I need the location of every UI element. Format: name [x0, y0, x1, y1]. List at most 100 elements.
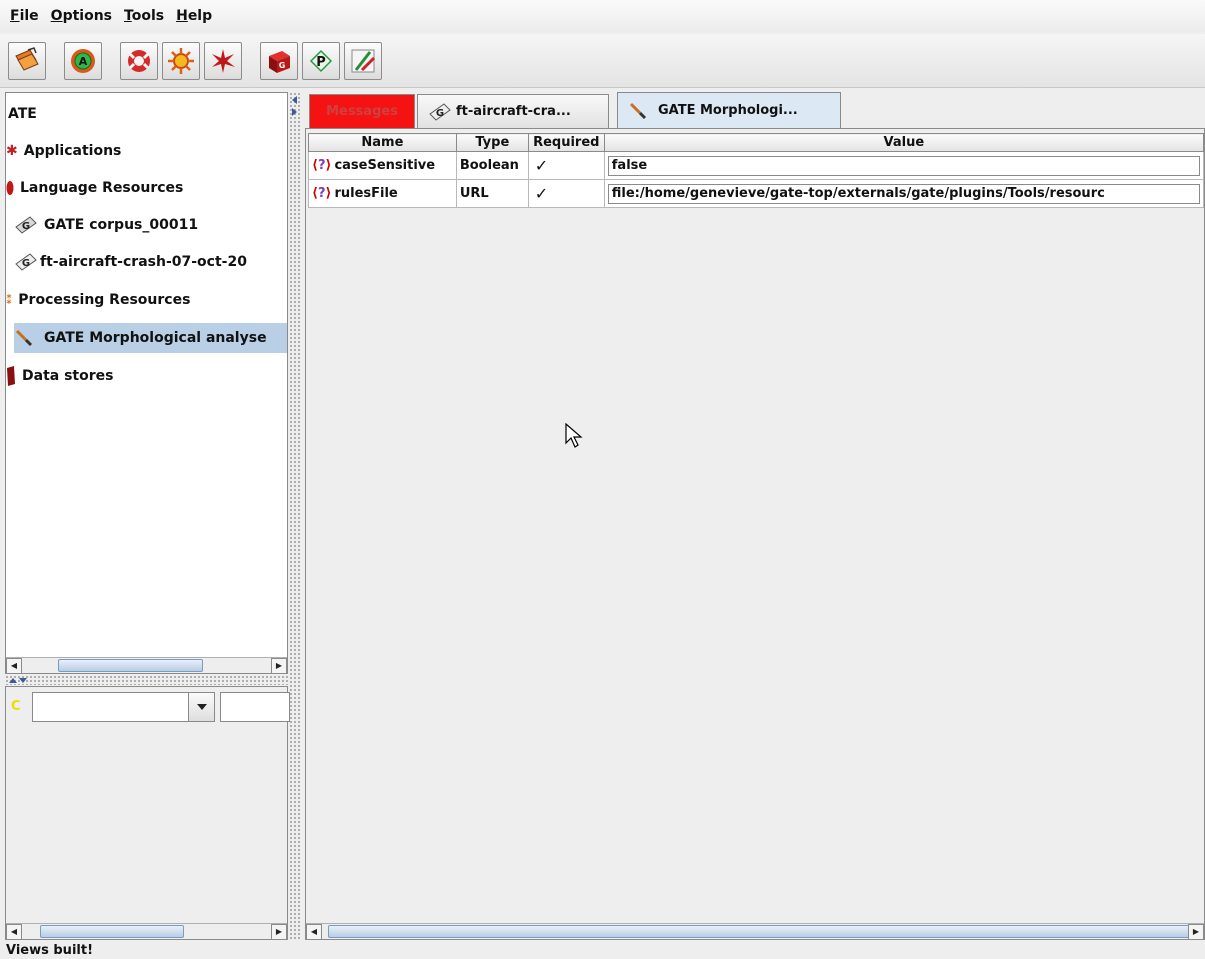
- vertical-splitter[interactable]: [289, 92, 301, 940]
- manage-plugins-button[interactable]: G: [260, 41, 298, 80]
- tree-item-corpus-label: GATE corpus_00011: [44, 217, 199, 233]
- tree-data-stores-label: Data stores: [22, 368, 114, 384]
- column-header-type[interactable]: Type: [455, 133, 529, 152]
- tab-bar: Messages G ft-aircraft-cra... GATE Morph…: [305, 92, 1205, 128]
- unknown-param-icon: ⟨?⟩: [312, 186, 332, 201]
- svg-text:G: G: [22, 221, 30, 232]
- menu-options[interactable]: Options: [51, 8, 112, 24]
- tab-messages[interactable]: Messages: [309, 94, 415, 128]
- param-required-cell: ✓: [527, 151, 605, 180]
- gate-document-icon: G: [14, 252, 38, 272]
- column-header-required[interactable]: Required: [527, 133, 605, 152]
- scroll-left-icon[interactable]: ◀: [6, 657, 22, 673]
- tab-messages-label: Messages: [326, 104, 398, 119]
- param-required-cell: ✓: [527, 179, 605, 208]
- gate-cube-icon: G: [269, 50, 290, 73]
- svg-text:G: G: [22, 258, 30, 269]
- new-language-resource-button[interactable]: [120, 41, 158, 80]
- menu-file[interactable]: File: [10, 8, 39, 24]
- scroll-left-icon[interactable]: ◀: [306, 923, 322, 939]
- pipeline-p-icon: P: [309, 49, 333, 72]
- tree-item-morph-analyser[interactable]: GATE Morphological analyse: [14, 323, 287, 353]
- tree-applications-label: Applications: [23, 143, 122, 159]
- table-row[interactable]: ⟨?⟩ rulesFile URL ✓ file:/home/genevieve/…: [308, 179, 1204, 208]
- scroll-right-icon[interactable]: ▶: [271, 657, 287, 673]
- tree-item-document-label: ft-aircraft-crash-07-oct-20: [40, 254, 247, 270]
- tree-processing-resources[interactable]: ⁑ Processing Resources: [6, 285, 190, 315]
- param-value-field[interactable]: file:/home/genevieve/gate-top/externals/…: [607, 183, 1200, 204]
- new-datastore-button[interactable]: [204, 41, 242, 80]
- tree-item-corpus[interactable]: G GATE corpus_00011: [14, 210, 198, 240]
- checkmark-icon: ✓: [534, 156, 549, 175]
- svg-text:G: G: [279, 61, 286, 70]
- status-text: Views built!: [6, 943, 93, 958]
- tree-data-stores[interactable]: Data stores: [6, 361, 113, 391]
- scrollbar-thumb[interactable]: [58, 659, 203, 672]
- menu-help[interactable]: Help: [176, 8, 212, 24]
- tree-root[interactable]: ATE: [8, 99, 37, 129]
- toolbar: A G P: [0, 34, 1205, 88]
- tree-processing-resources-label: Processing Resources: [18, 292, 191, 308]
- brush-icon: [628, 101, 648, 121]
- checkmark-icon: ✓: [534, 184, 549, 203]
- tree-root-label: ATE: [8, 106, 37, 122]
- annotation-type-icon: C: [11, 699, 21, 714]
- annotation-type-dropdown[interactable]: [32, 692, 215, 722]
- annotation-text-field[interactable]: [220, 692, 290, 722]
- pipeline-button[interactable]: P: [302, 41, 340, 80]
- applications-icon: ✱: [6, 143, 18, 159]
- chevron-down-icon[interactable]: [188, 693, 214, 721]
- collapse-arrows-icon[interactable]: [7, 676, 29, 684]
- tree-language-resources[interactable]: Language Resources: [6, 173, 183, 203]
- pencil-edit-icon: [351, 49, 376, 72]
- svg-text:A: A: [79, 55, 88, 68]
- lifebuoy-icon: [128, 49, 150, 72]
- new-processing-resource-button[interactable]: [162, 41, 200, 80]
- scroll-left-icon[interactable]: ◀: [6, 923, 22, 940]
- param-type-cell: Boolean: [455, 151, 529, 180]
- scroll-right-icon[interactable]: ▶: [271, 923, 287, 940]
- load-resource-button[interactable]: [8, 41, 46, 80]
- collapse-arrows-icon[interactable]: [290, 94, 298, 118]
- tree-item-document[interactable]: G ft-aircraft-crash-07-oct-20: [14, 247, 247, 277]
- resource-tree: ATE ✱ Applications Language Resources G …: [5, 92, 288, 674]
- lower-horizontal-scrollbar[interactable]: ◀ ▶: [6, 923, 287, 940]
- language-resources-icon: [6, 180, 14, 196]
- parameters-table: Name Type Required Value ⟨?⟩ caseSensitiv…: [308, 133, 1204, 208]
- unknown-param-icon: ⟨?⟩: [312, 158, 332, 173]
- column-header-name[interactable]: Name: [308, 133, 457, 152]
- table-row[interactable]: ⟨?⟩ caseSensitive Boolean ✓ false: [308, 151, 1204, 180]
- param-name-cell: ⟨?⟩ caseSensitive: [308, 151, 457, 180]
- data-stores-icon: [6, 365, 16, 387]
- column-header-value[interactable]: Value: [603, 133, 1204, 152]
- svg-text:G: G: [436, 108, 444, 119]
- edit-annotations-button[interactable]: [344, 41, 382, 80]
- annotation-panel: C ◀ ▶: [5, 686, 290, 940]
- tab-document[interactable]: G ft-aircraft-cra...: [417, 94, 609, 128]
- horizontal-splitter[interactable]: [5, 675, 288, 685]
- content-horizontal-scrollbar[interactable]: ◀ ▶: [306, 923, 1204, 939]
- param-name-cell: ⟨?⟩ rulesFile: [308, 179, 457, 208]
- param-value-field[interactable]: false: [607, 155, 1200, 176]
- tree-applications[interactable]: ✱ Applications: [6, 136, 121, 166]
- param-value-cell[interactable]: false: [603, 151, 1204, 180]
- mouse-pointer-icon: [565, 423, 583, 448]
- brush-icon: [14, 328, 34, 348]
- menu-bar: File Options Tools Help: [0, 0, 1205, 32]
- status-bar: Views built!: [0, 942, 1205, 959]
- tree-language-resources-label: Language Resources: [20, 180, 184, 196]
- tab-morph-analyser[interactable]: GATE Morphologi...: [617, 92, 841, 128]
- scrollbar-thumb[interactable]: [328, 925, 1192, 938]
- processing-resources-icon: ⁑: [6, 293, 13, 307]
- param-value-cell[interactable]: file:/home/genevieve/gate-top/externals/…: [603, 179, 1204, 208]
- tree-horizontal-scrollbar[interactable]: ◀ ▶: [6, 657, 287, 673]
- gate-document-icon: G: [428, 102, 452, 122]
- sun-gear-icon: [168, 47, 194, 74]
- menu-tools[interactable]: Tools: [124, 8, 164, 24]
- tab-morph-analyser-label: GATE Morphologi...: [658, 103, 798, 118]
- new-application-button[interactable]: A: [64, 41, 102, 80]
- param-type-cell: URL: [455, 179, 529, 208]
- scroll-right-icon[interactable]: ▶: [1188, 923, 1204, 939]
- param-name: caseSensitive: [334, 158, 436, 173]
- scrollbar-thumb[interactable]: [40, 925, 184, 938]
